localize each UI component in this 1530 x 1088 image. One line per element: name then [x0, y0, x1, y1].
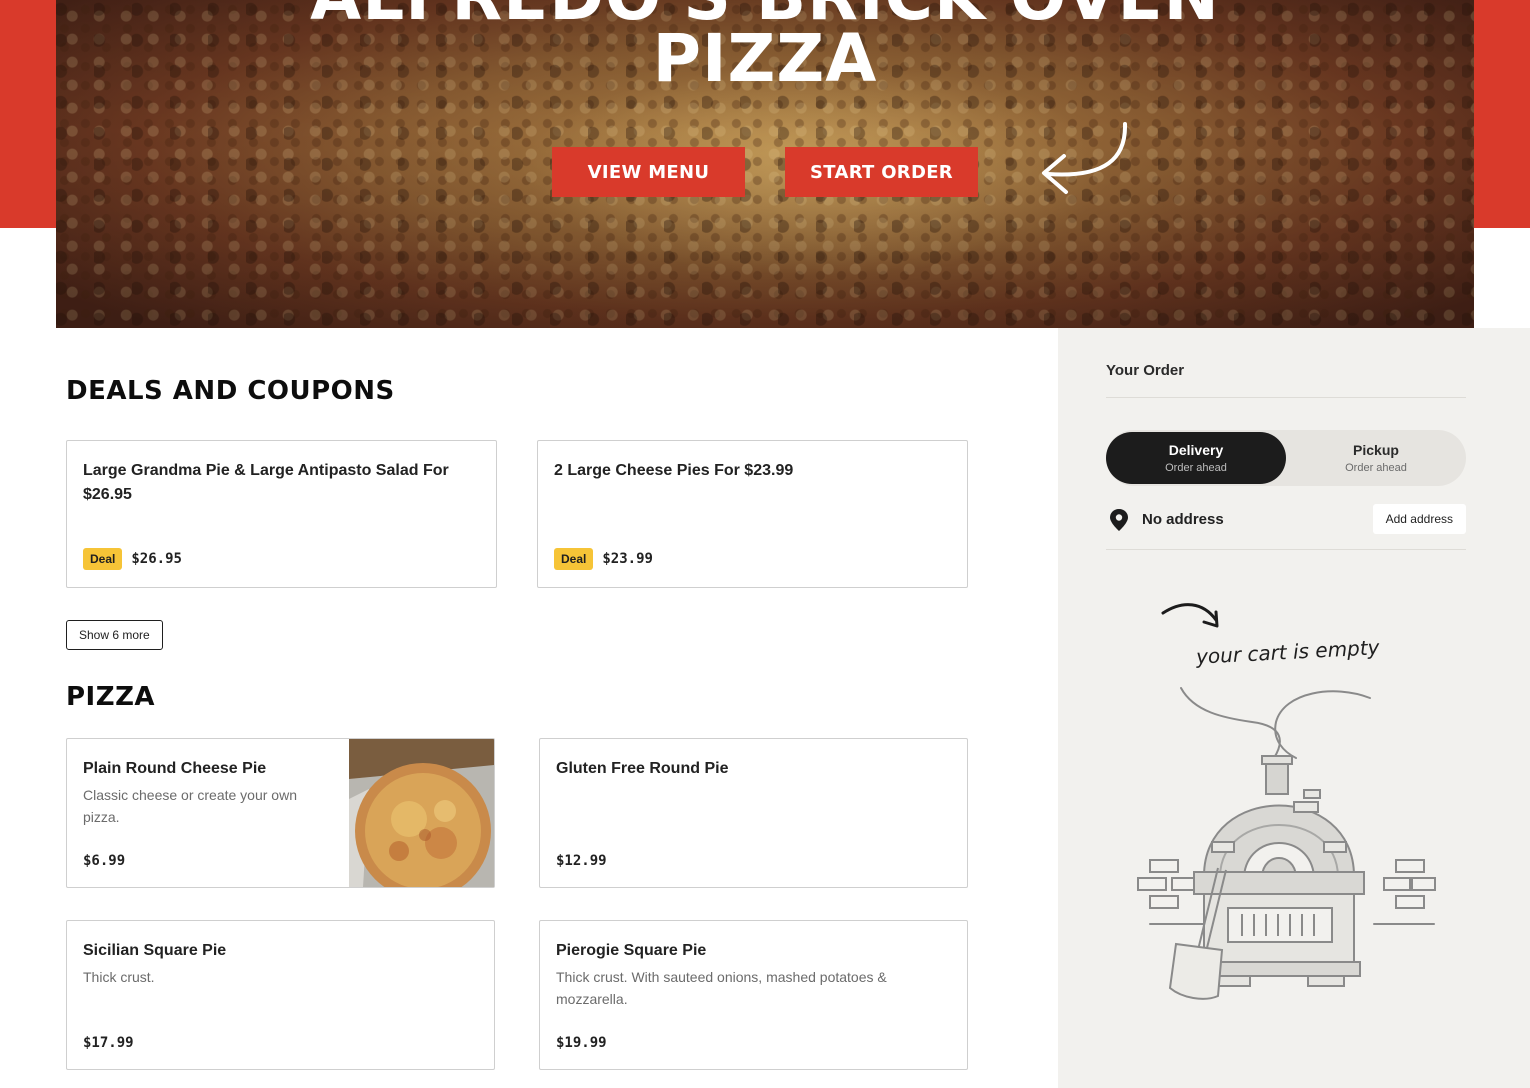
hand-drawn-arrow-icon [1161, 603, 1219, 628]
deal-title: Large Grandma Pie & Large Antipasto Sala… [83, 459, 449, 507]
menu-item-description: Thick crust. With sauteed onions, mashed… [556, 966, 887, 1010]
divider [1106, 397, 1466, 398]
divider [1106, 549, 1466, 550]
add-address-button[interactable]: Add address [1372, 504, 1466, 534]
start-order-button[interactable]: START ORDER [785, 147, 978, 197]
restaurant-title-line2: PIZZA [652, 20, 878, 97]
show-more-deals-button[interactable]: Show 6 more [66, 620, 163, 650]
menu-item-gluten-free-round[interactable]: Gluten Free Round Pie $12.99 [539, 738, 968, 888]
deal-title-line1: Large Grandma Pie & Large Antipasto Sala… [83, 462, 449, 479]
deal-price: $23.99 [602, 551, 653, 567]
menu-item-desc-line2: pizza. [83, 809, 120, 825]
deal-card-grandma[interactable]: Large Grandma Pie & Large Antipasto Sala… [66, 440, 497, 588]
menu-item-name: Plain Round Cheese Pie [83, 760, 267, 777]
deal-title-line2: $26.95 [83, 486, 132, 503]
menu-item-price: $19.99 [556, 1035, 607, 1051]
menu-item-description: Thick crust. [83, 969, 155, 985]
view-menu-button[interactable]: VIEW MENU [552, 147, 745, 197]
order-sidebar: Your Order Delivery Order ahead Pickup O… [1058, 328, 1530, 1088]
menu-item-description: Classic cheese or create your own pizza. [83, 784, 333, 828]
address-row: No address Add address [1106, 504, 1466, 536]
pickup-label: Pickup [1353, 442, 1399, 458]
curved-arrow-icon [1042, 122, 1128, 194]
order-mode-toggle: Delivery Order ahead Pickup Order ahead [1106, 430, 1466, 486]
menu-item-price: $6.99 [83, 853, 126, 869]
pickup-option[interactable]: Pickup Order ahead [1286, 432, 1466, 484]
menu-item-sicilian-square[interactable]: Sicilian Square Pie Thick crust. $17.99 [66, 920, 495, 1070]
deal-card-two-cheese[interactable]: 2 Large Cheese Pies For $23.99 Deal $23.… [537, 440, 968, 588]
menu-item-plain-round-cheese[interactable]: Plain Round Cheese Pie Classic cheese or… [66, 738, 495, 888]
your-order-title: Your Order [1106, 362, 1185, 379]
menu-item-price: $17.99 [83, 1035, 134, 1051]
menu-item-desc-line1: Thick crust. With sauteed onions, mashed… [556, 969, 887, 985]
restaurant-title: ALFREDO'S BRICK OVEN PIZZA [0, 0, 1530, 97]
pickup-sub: Order ahead [1345, 462, 1407, 474]
delivery-option[interactable]: Delivery Order ahead [1106, 432, 1286, 484]
menu-item-desc-line2: mozzarella. [556, 991, 628, 1007]
pizza-heading: PIZZA [66, 682, 156, 712]
brick-oven-illustration [1137, 687, 1436, 1000]
empty-cart-text: your cart is empty [1195, 635, 1381, 669]
menu-item-desc-line1: Classic cheese or create your own [83, 787, 297, 803]
delivery-label: Delivery [1168, 442, 1224, 458]
menu-item-name: Gluten Free Round Pie [556, 760, 729, 777]
location-pin-icon [1110, 509, 1128, 531]
address-text: No address [1142, 511, 1224, 528]
menu-item-name: Pierogie Square Pie [556, 942, 707, 959]
menu-item-price: $12.99 [556, 853, 607, 869]
menu-item-pierogie-square[interactable]: Pierogie Square Pie Thick crust. With sa… [539, 920, 968, 1070]
pizza-photo [349, 739, 494, 887]
deals-heading: DEALS AND COUPONS [66, 376, 395, 406]
deal-badge: Deal [83, 548, 123, 570]
menu-item-name: Sicilian Square Pie [83, 942, 227, 959]
delivery-sub: Order ahead [1165, 462, 1227, 474]
deal-title: 2 Large Cheese Pies For $23.99 [554, 462, 794, 479]
deal-badge: Deal [554, 548, 594, 570]
deal-price: $26.95 [131, 551, 182, 567]
